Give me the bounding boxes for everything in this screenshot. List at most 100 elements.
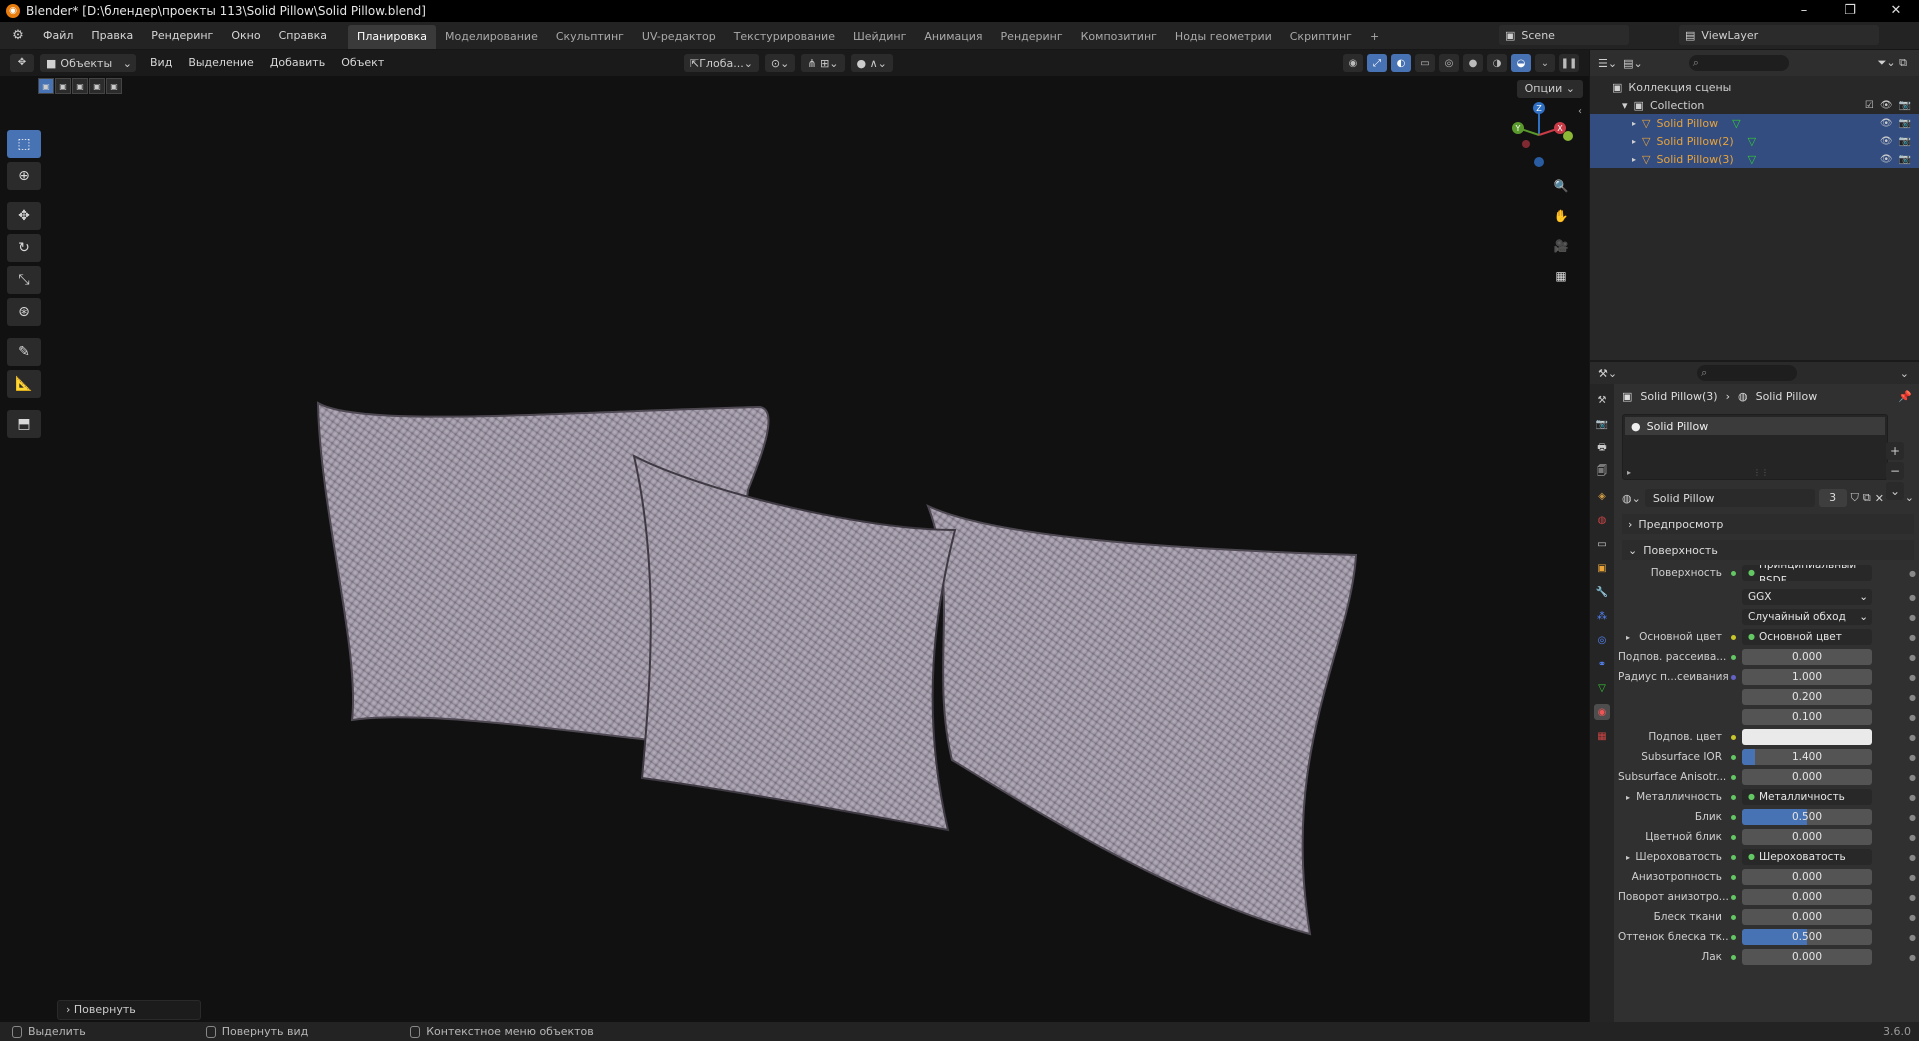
outliner-row-object[interactable]: ▸ ▽ Solid Pillow(3) ▽ 👁 📷: [1590, 150, 1919, 168]
camera-icon[interactable]: 📷: [1899, 118, 1911, 129]
socket-dot-icon[interactable]: [1728, 812, 1738, 822]
perspective-grid-icon[interactable]: ▦: [1550, 265, 1572, 287]
camera-icon[interactable]: 📷: [1899, 100, 1911, 111]
outliner-row-collection[interactable]: ▾ ▣ Collection ☑ 👁 📷: [1590, 96, 1919, 114]
expand-arrow-icon[interactable]: ▸: [1632, 137, 1636, 146]
keyframe-dot-icon[interactable]: ●: [1909, 893, 1916, 902]
expand-arrow-icon[interactable]: ▾: [1622, 99, 1628, 112]
keyframe-dot-icon[interactable]: ●: [1909, 853, 1916, 862]
scene-selector[interactable]: ▣ Scene: [1499, 25, 1629, 45]
color-swatch-field[interactable]: [1742, 729, 1872, 745]
menu-item[interactable]: Справка: [270, 22, 336, 50]
keyframe-dot-icon[interactable]: ●: [1909, 713, 1916, 722]
property-number-field[interactable]: 0.200: [1742, 689, 1872, 705]
minimize-button[interactable]: –: [1781, 0, 1827, 22]
filter-icon[interactable]: ⏷⌄ ⧉: [1878, 56, 1907, 70]
socket-dot-icon[interactable]: [1728, 932, 1738, 942]
outliner-row-scene-collection[interactable]: ▣ Коллекция сцены: [1590, 78, 1919, 96]
keyframe-dot-icon[interactable]: ●: [1909, 569, 1916, 578]
keyframe-dot-icon[interactable]: ●: [1909, 693, 1916, 702]
pan-hand-icon[interactable]: ✋: [1550, 205, 1572, 227]
property-link-field[interactable]: ● Шероховатость: [1742, 849, 1872, 865]
keyframe-dot-icon[interactable]: ●: [1909, 813, 1916, 822]
property-number-field[interactable]: 0.000: [1742, 949, 1872, 965]
remove-slot-button[interactable]: −: [1886, 462, 1904, 480]
property-link-field[interactable]: ● Принципиальный BSDF: [1742, 565, 1872, 581]
eye-icon[interactable]: 👁: [1880, 100, 1893, 111]
workspace-tab[interactable]: Анимация: [915, 25, 991, 49]
property-dropdown[interactable]: Случайный обход ⌄: [1742, 609, 1872, 625]
socket-dot-icon[interactable]: [1728, 672, 1738, 682]
keyframe-dot-icon[interactable]: ●: [1909, 653, 1916, 662]
property-number-field[interactable]: 0.000: [1742, 869, 1872, 885]
socket-dot-icon[interactable]: [1728, 592, 1738, 602]
properties-editor-icon[interactable]: ⚒⌄: [1598, 367, 1617, 380]
constraints-tab-icon[interactable]: ⚭: [1594, 656, 1610, 672]
property-number-field[interactable]: 0.500: [1742, 929, 1872, 945]
workspace-tab[interactable]: Композитинг: [1072, 25, 1166, 49]
outliner-row-object[interactable]: ▸ ▽ Solid Pillow ▽ 👁 📷: [1590, 114, 1919, 132]
keyframe-dot-icon[interactable]: ●: [1909, 833, 1916, 842]
physics-tab-icon[interactable]: ◎: [1594, 632, 1610, 648]
collapse-chevron-icon[interactable]: ‹: [1578, 106, 1582, 117]
workspace-tab[interactable]: Моделирование: [436, 25, 547, 49]
keyframe-dot-icon[interactable]: ●: [1909, 633, 1916, 642]
maximize-button[interactable]: ❐: [1827, 0, 1873, 22]
menu-item[interactable]: Рендеринг: [142, 22, 222, 50]
chevron-down-icon[interactable]: ⌄: [1900, 367, 1909, 380]
menu-item[interactable]: Окно: [222, 22, 269, 50]
socket-dot-icon[interactable]: [1728, 872, 1738, 882]
expand-arrow-icon[interactable]: ▸: [1626, 633, 1630, 642]
workspace-tab[interactable]: Текстурирование: [725, 25, 844, 49]
material-users-count[interactable]: 3: [1818, 489, 1847, 507]
slot-specials-button[interactable]: ⌄: [1886, 482, 1904, 500]
preview-section-header[interactable]: › Предпросмотр: [1622, 514, 1914, 534]
texture-tab-icon[interactable]: ▦: [1594, 728, 1610, 744]
keyframe-dot-icon[interactable]: ●: [1909, 913, 1916, 922]
workspace-tab[interactable]: Скульптинг: [547, 25, 633, 49]
keyframe-dot-icon[interactable]: ●: [1909, 873, 1916, 882]
property-link-field[interactable]: ● Основной цвет: [1742, 629, 1872, 645]
outliner-search-input[interactable]: ⌕: [1688, 55, 1789, 71]
property-number-field[interactable]: 0.000: [1742, 829, 1872, 845]
socket-dot-icon[interactable]: [1728, 712, 1738, 722]
resize-grip-icon[interactable]: ⋮⋮: [1753, 468, 1769, 477]
display-mode-icon[interactable]: ▤⌄: [1623, 57, 1643, 70]
socket-dot-icon[interactable]: [1728, 568, 1738, 578]
socket-dot-icon[interactable]: [1728, 912, 1738, 922]
property-number-field[interactable]: 0.500: [1742, 809, 1872, 825]
zoom-icon[interactable]: 🔍: [1550, 175, 1572, 197]
collection-tab-icon[interactable]: ▭: [1594, 536, 1610, 552]
menu-item[interactable]: Правка: [82, 22, 142, 50]
pillow-middle[interactable]: [632, 454, 957, 832]
data-tab-icon[interactable]: ▽: [1594, 680, 1610, 696]
camera-view-icon[interactable]: 🎥: [1550, 235, 1572, 257]
camera-icon[interactable]: 📷: [1899, 136, 1911, 147]
duplicate-icon[interactable]: ⧉: [1863, 491, 1871, 505]
keyframe-dot-icon[interactable]: ●: [1909, 793, 1916, 802]
property-number-field[interactable]: 1.400: [1742, 749, 1872, 765]
socket-dot-icon[interactable]: [1728, 832, 1738, 842]
material-slot-list[interactable]: ● Solid Pillow ▸ ⋮⋮: [1622, 414, 1888, 480]
eye-icon[interactable]: 👁: [1880, 154, 1893, 165]
add-workspace-button[interactable]: +: [1361, 25, 1388, 49]
outliner-row-object[interactable]: ▸ ▽ Solid Pillow(2) ▽ 👁 📷: [1590, 132, 1919, 150]
expand-arrow-icon[interactable]: ▸: [1632, 155, 1636, 164]
keyframe-dot-icon[interactable]: ●: [1909, 933, 1916, 942]
property-number-field[interactable]: 0.100: [1742, 709, 1872, 725]
workspace-tab[interactable]: Ноды геометрии: [1166, 25, 1281, 49]
navigation-gizmo[interactable]: Z X Y: [1504, 100, 1574, 170]
camera-icon[interactable]: 📷: [1899, 154, 1911, 165]
keyframe-dot-icon[interactable]: ●: [1909, 773, 1916, 782]
outliner-editor-icon[interactable]: ☰⌄: [1598, 57, 1617, 70]
workspace-tab[interactable]: Рендеринг: [992, 25, 1072, 49]
socket-dot-icon[interactable]: [1728, 952, 1738, 962]
workspace-tab[interactable]: Скриптинг: [1281, 25, 1361, 49]
add-slot-button[interactable]: +: [1886, 442, 1904, 460]
close-button[interactable]: ✕: [1873, 0, 1919, 22]
workspace-tab[interactable]: Шейдинг: [844, 25, 915, 49]
socket-dot-icon[interactable]: [1728, 732, 1738, 742]
socket-dot-icon[interactable]: [1728, 752, 1738, 762]
socket-dot-icon[interactable]: [1728, 852, 1738, 862]
pillow-right[interactable]: [926, 504, 1358, 936]
